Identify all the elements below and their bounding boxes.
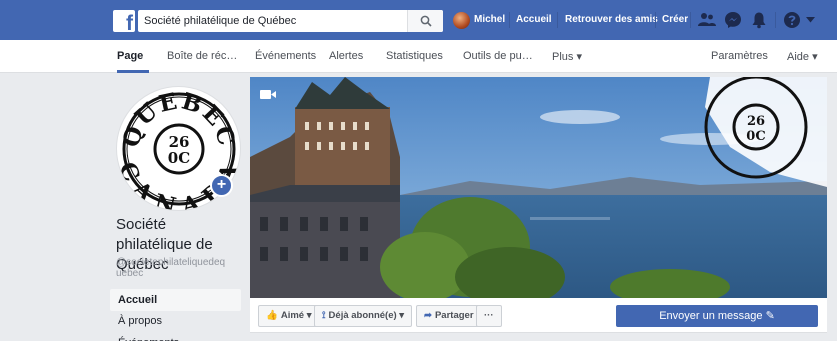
tab-statistics[interactable]: Statistiques — [386, 50, 443, 62]
home-link[interactable]: Accueil — [516, 14, 552, 25]
svg-text:0C: 0C — [746, 129, 765, 144]
find-friends-link[interactable]: Retrouver des amis — [565, 14, 658, 25]
nav-divider — [557, 12, 558, 28]
top-navigation-bar: f Michel Accueil Retrouver des amis Crée… — [0, 0, 837, 40]
nav-divider — [509, 12, 510, 28]
friends-icon[interactable] — [697, 10, 717, 30]
messenger-icon[interactable] — [723, 10, 743, 30]
tab-inbox[interactable]: Boîte de réc… — [167, 50, 237, 62]
search-button[interactable] — [407, 10, 443, 32]
help-icon[interactable] — [782, 10, 802, 30]
notifications-icon[interactable] — [749, 10, 769, 30]
tab-events[interactable]: Événements — [255, 50, 316, 62]
update-profile-picture-button[interactable]: + — [210, 174, 233, 197]
nav-divider — [655, 12, 656, 28]
tab-page[interactable]: Page — [117, 50, 143, 62]
profile-link[interactable]: Michel — [474, 14, 505, 25]
svg-text:0C: 0C — [168, 149, 190, 167]
more-options-button[interactable]: ··· — [476, 305, 502, 327]
cover-photo[interactable]: 26 0C — [250, 77, 827, 298]
search-input[interactable] — [138, 10, 408, 32]
svg-text:26: 26 — [747, 114, 765, 129]
search-icon — [420, 15, 432, 27]
caret-down-icon[interactable] — [806, 17, 815, 23]
cover-scene: 26 0C — [250, 77, 827, 298]
tab-help[interactable]: Aide ▾ — [787, 50, 818, 63]
pencil-icon: ✎ — [765, 310, 775, 322]
tab-settings[interactable]: Paramètres — [711, 50, 768, 62]
share-icon: ➦ — [424, 310, 432, 321]
share-button[interactable]: ➦ Partager — [416, 305, 482, 327]
sidebar-item-home[interactable]: Accueil — [110, 289, 241, 311]
page-tabs: Page Boîte de réc… Événements Alertes St… — [0, 40, 837, 73]
sidebar-item-events[interactable]: Événements — [110, 332, 241, 341]
nav-divider — [775, 12, 776, 28]
page-action-bar: 👍 Aimé ▾ ⟟ Déjà abonné(e) ▾ ➦ Partager ··· … — [250, 298, 827, 333]
tab-more[interactable]: Plus ▾ — [552, 50, 582, 63]
rss-icon: ⟟ — [322, 310, 326, 321]
user-avatar[interactable] — [453, 12, 470, 29]
thumbs-up-icon: 👍 — [266, 310, 278, 321]
nav-divider — [690, 12, 691, 28]
page-username[interactable]: @societephilateliquedequebec — [116, 257, 226, 279]
sidebar-item-about[interactable]: À propos — [110, 310, 241, 332]
tab-publishing-tools[interactable]: Outils de pu… — [463, 50, 533, 62]
search-box — [138, 10, 443, 32]
create-link[interactable]: Créer — [662, 14, 688, 25]
send-message-button[interactable]: Envoyer un message ✎ — [616, 305, 818, 327]
subscribed-button[interactable]: ⟟ Déjà abonné(e) ▾ — [314, 305, 413, 327]
active-tab-indicator — [117, 70, 149, 73]
tab-alerts[interactable]: Alertes — [329, 50, 363, 62]
facebook-logo[interactable]: f — [113, 10, 135, 34]
video-camera-icon[interactable] — [260, 89, 276, 100]
liked-button[interactable]: 👍 Aimé ▾ — [258, 305, 320, 327]
